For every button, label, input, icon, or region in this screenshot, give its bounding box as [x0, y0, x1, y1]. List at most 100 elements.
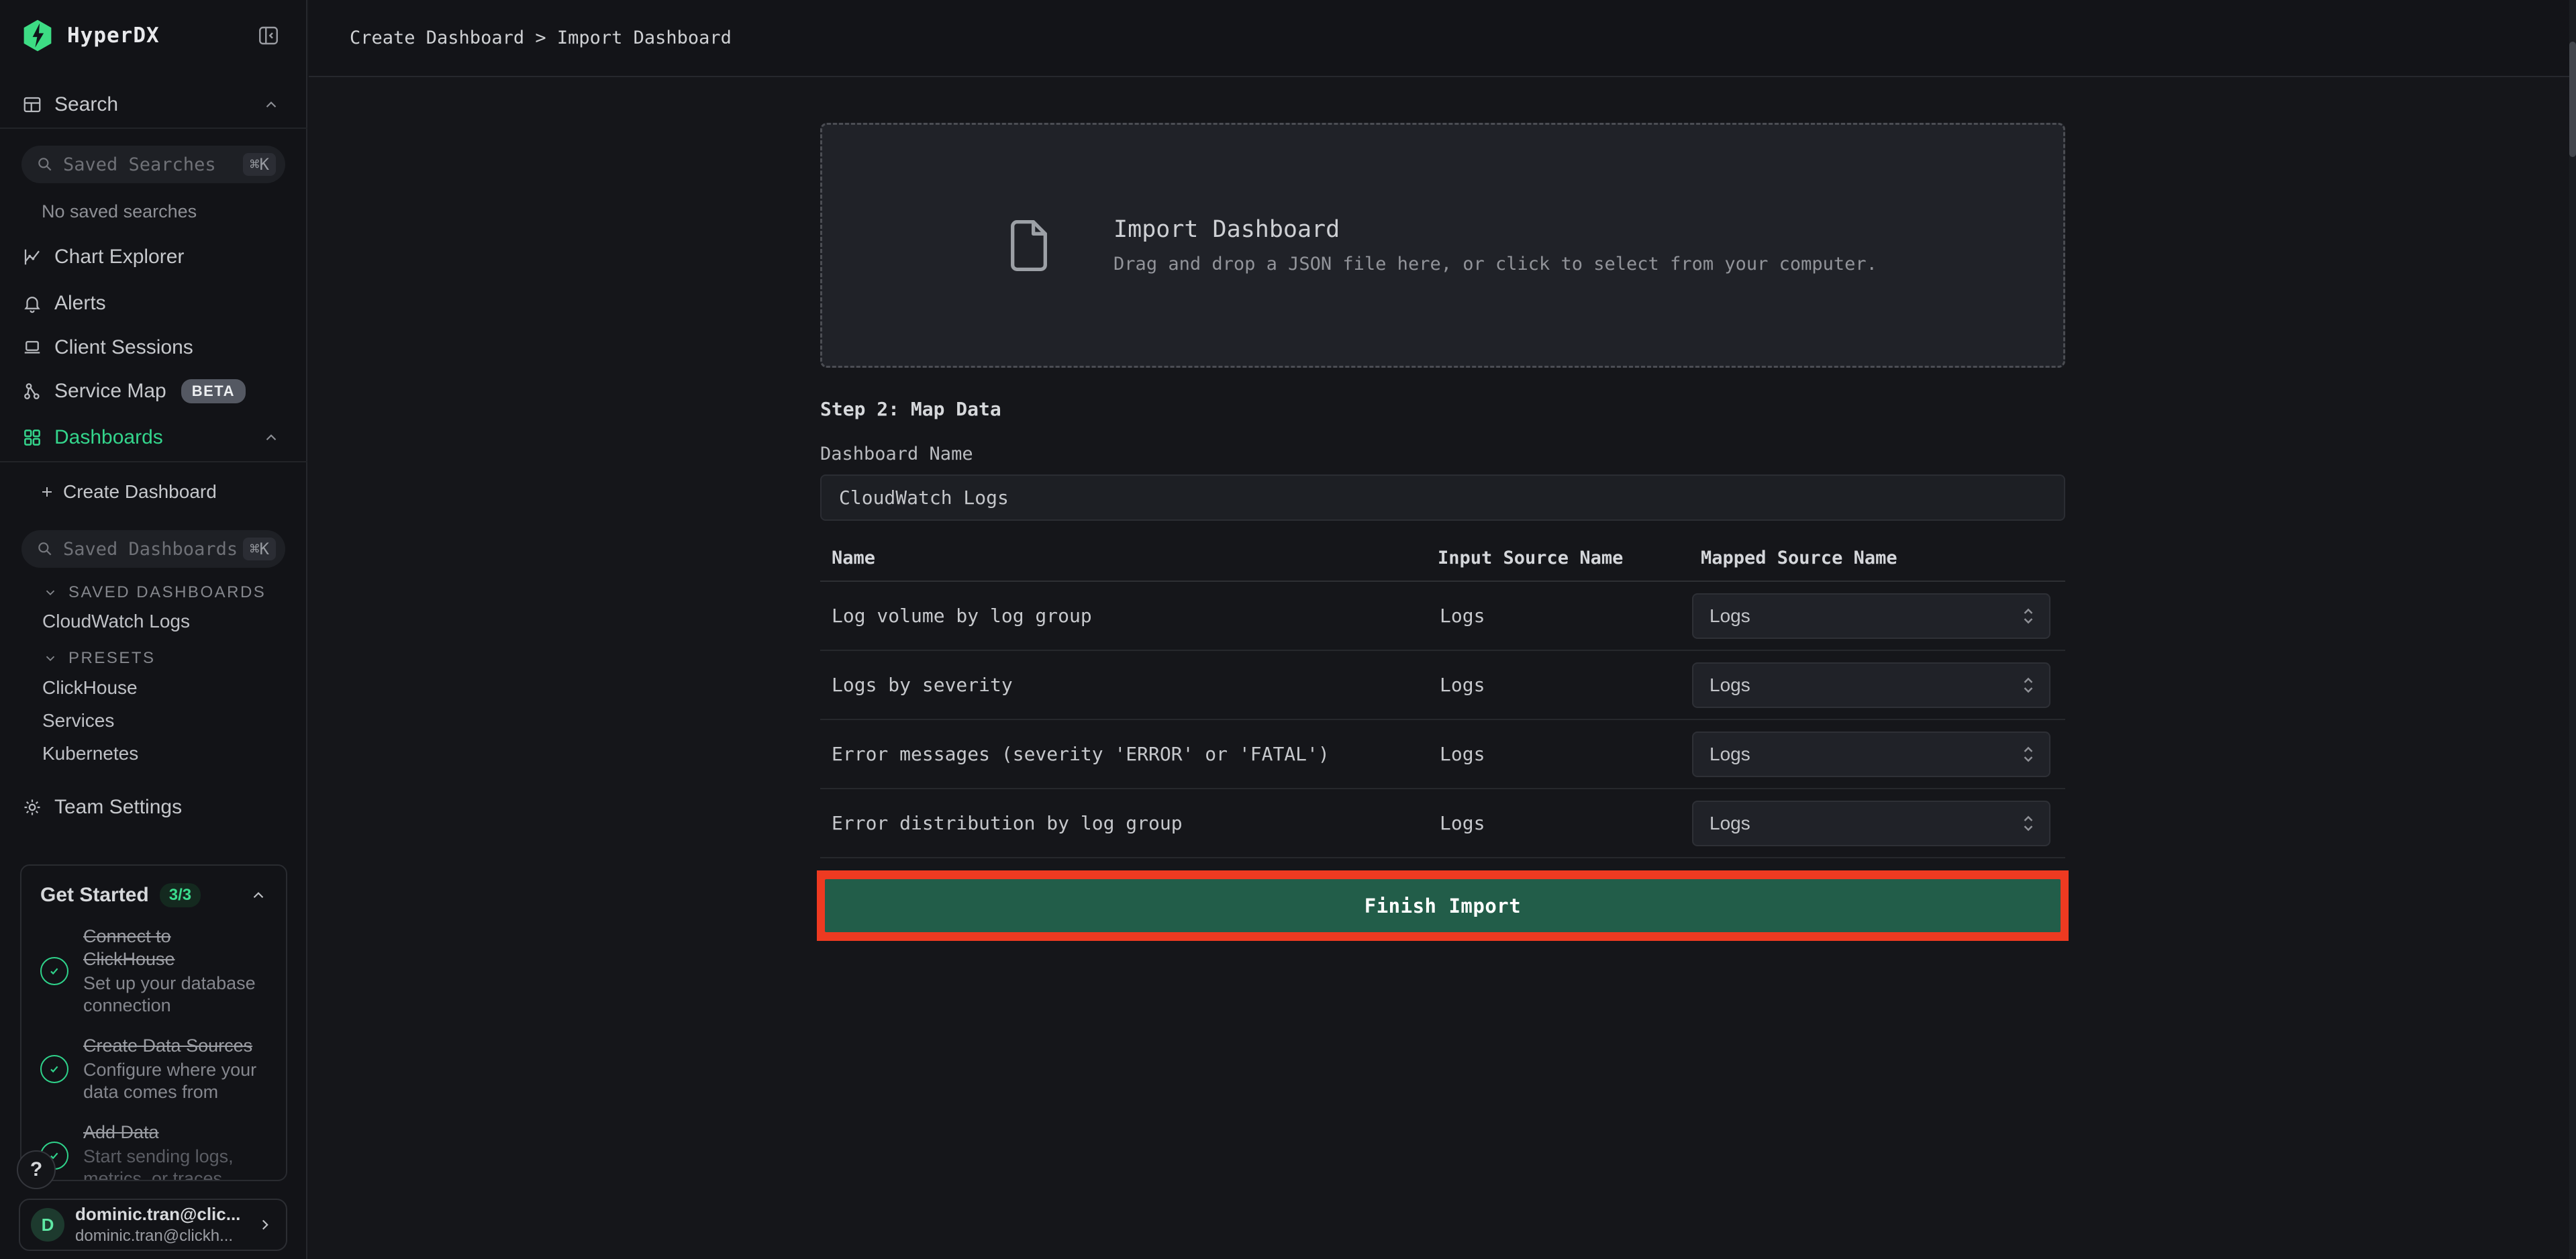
input-source-cell: Logs [1438, 812, 1701, 834]
chevron-down-icon [43, 585, 58, 600]
sidebar-item-label: Search [54, 93, 118, 116]
network-nodes-icon [22, 381, 42, 401]
step-title: Create Data Sources [83, 1034, 267, 1057]
group-title: SAVED DASHBOARDS [68, 583, 266, 602]
bell-icon [22, 293, 42, 313]
sidebar-item-label: Service Map [54, 380, 166, 403]
app-title: HyperDX [67, 23, 160, 48]
step-description: Start sending logs, metrics, or traces [83, 1146, 267, 1181]
sidebar-item-label: Chart Explorer [54, 246, 184, 268]
get-started-step-connect[interactable]: Connect to ClickHouse Set up your databa… [40, 925, 267, 1017]
document-icon [1008, 217, 1050, 274]
dashboard-name-value: CloudWatch Logs [839, 487, 1009, 509]
chevrons-up-down-icon [2021, 743, 2036, 766]
saved-searches-input[interactable]: Saved Searches ⌘K [21, 146, 285, 183]
input-source-cell: Logs [1438, 605, 1701, 627]
get-started-title: Get Started [40, 884, 149, 907]
mapped-source-select[interactable]: Logs [1692, 593, 2050, 639]
divider [0, 128, 307, 129]
sidebar-item-label: Client Sessions [54, 336, 193, 359]
gear-icon [22, 797, 42, 817]
user-name: dominic.tran@clic... [75, 1204, 240, 1225]
mapped-source-select[interactable]: Logs [1692, 801, 2050, 846]
create-dashboard-label: Create Dashboard [63, 481, 217, 503]
chart-name-cell: Error distribution by log group [820, 812, 1438, 834]
app-window: HyperDX Search [0, 0, 2576, 1259]
dashboard-list-item-services[interactable]: Services [42, 709, 114, 733]
scrollbar-thumb[interactable] [2569, 42, 2576, 157]
dashboard-list-item-clickhouse[interactable]: ClickHouse [42, 676, 138, 700]
mapped-source-select[interactable]: Logs [1692, 662, 2050, 708]
sidebar-item-alerts[interactable]: Alerts [0, 283, 307, 323]
user-account-card[interactable]: D dominic.tran@clic... dominic.tran@clic… [19, 1199, 287, 1251]
breadcrumb: Create Dashboard > Import Dashboard [350, 28, 732, 48]
chart-name-cell: Logs by severity [820, 674, 1438, 696]
input-source-cell: Logs [1438, 674, 1701, 696]
mapped-source-select[interactable]: Logs [1692, 732, 2050, 777]
line-chart-icon [22, 247, 42, 267]
plus-icon [39, 484, 55, 500]
shortcut-badge: ⌘K [243, 153, 276, 176]
saved-dashboards-group-header[interactable]: SAVED DASHBOARDS [43, 581, 266, 604]
chevron-right-icon [256, 1216, 274, 1233]
sidebar-item-label: Alerts [54, 292, 106, 315]
column-header-name: Name [820, 548, 1438, 568]
table-icon [22, 95, 42, 115]
finish-import-button[interactable]: Finish Import [825, 879, 2061, 932]
select-value: Logs [1710, 744, 1750, 765]
chevron-down-icon [43, 651, 58, 666]
sidebar-item-client-sessions[interactable]: Client Sessions [0, 328, 307, 368]
chart-name-cell: Error messages (severity 'ERROR' or 'FAT… [820, 743, 1438, 765]
sidebar-item-label: Team Settings [54, 796, 182, 819]
chevrons-up-down-icon [2021, 674, 2036, 697]
progress-badge: 3/3 [160, 883, 201, 907]
step-description: Configure where your data comes from [83, 1059, 267, 1103]
dashboard-list-item-cloudwatch-logs[interactable]: CloudWatch Logs [42, 609, 190, 634]
select-value: Logs [1710, 605, 1750, 627]
dashboard-name-input[interactable]: CloudWatch Logs [820, 474, 2065, 521]
dropzone-title: Import Dashboard [1113, 216, 1877, 243]
saved-dashboards-input[interactable]: Saved Dashboards ⌘K [21, 530, 285, 568]
saved-searches-placeholder: Saved Searches [63, 154, 216, 175]
create-dashboard-button[interactable]: Create Dashboard [0, 473, 307, 511]
sidebar-item-label: Dashboards [54, 426, 163, 449]
scrollbar-track[interactable] [2569, 0, 2576, 1259]
select-value: Logs [1710, 813, 1750, 834]
column-header-mapped-source: Mapped Source Name [1701, 548, 2065, 568]
logo-row: HyperDX [0, 12, 307, 59]
sidebar-item-service-map[interactable]: Service Map BETA [0, 371, 307, 411]
dashboard-name-label: Dashboard Name [820, 445, 2065, 463]
file-dropzone[interactable]: Import Dashboard Drag and drop a JSON fi… [820, 123, 2065, 368]
sidebar-collapse-icon[interactable] [255, 22, 282, 49]
sidebar-item-chart-explorer[interactable]: Chart Explorer [0, 237, 307, 277]
chevrons-up-down-icon [2021, 605, 2036, 627]
help-button[interactable]: ? [17, 1150, 56, 1189]
beta-badge: BETA [181, 379, 246, 403]
sidebar-item-search[interactable]: Search [0, 85, 307, 125]
step-heading: Step 2: Map Data [820, 398, 2065, 421]
table-row: Error messages (severity 'ERROR' or 'FAT… [820, 720, 2065, 789]
table-row: Logs by severity Logs Logs [820, 651, 2065, 720]
sidebar-item-team-settings[interactable]: Team Settings [0, 787, 307, 827]
sidebar-item-dashboards[interactable]: Dashboards [0, 417, 307, 458]
presets-group-header[interactable]: PRESETS [43, 647, 156, 670]
step-title: Connect to ClickHouse [83, 925, 267, 970]
hyperdx-logo-icon [20, 17, 55, 54]
get-started-step-sources[interactable]: Create Data Sources Configure where your… [40, 1034, 267, 1103]
sidebar: HyperDX Search [0, 0, 307, 1259]
get-started-step-add-data[interactable]: Add Data Start sending logs, metrics, or… [40, 1121, 267, 1181]
step-description: Set up your database connection [83, 972, 267, 1017]
chevrons-up-down-icon [2021, 812, 2036, 835]
input-source-cell: Logs [1438, 743, 1701, 765]
search-icon [36, 540, 54, 558]
highlight-annotation: Finish Import [817, 870, 2069, 941]
table-row: Error distribution by log group Logs Log… [820, 789, 2065, 858]
dashboard-list-item-kubernetes[interactable]: Kubernetes [42, 742, 138, 766]
mapping-table-header: Name Input Source Name Mapped Source Nam… [820, 521, 2065, 582]
get-started-header[interactable]: Get Started 3/3 [40, 883, 267, 907]
table-row: Log volume by log group Logs Logs [820, 582, 2065, 651]
check-circle-icon [40, 957, 68, 985]
chart-name-cell: Log volume by log group [820, 605, 1438, 627]
group-title: PRESETS [68, 649, 156, 668]
laptop-icon [22, 338, 42, 358]
